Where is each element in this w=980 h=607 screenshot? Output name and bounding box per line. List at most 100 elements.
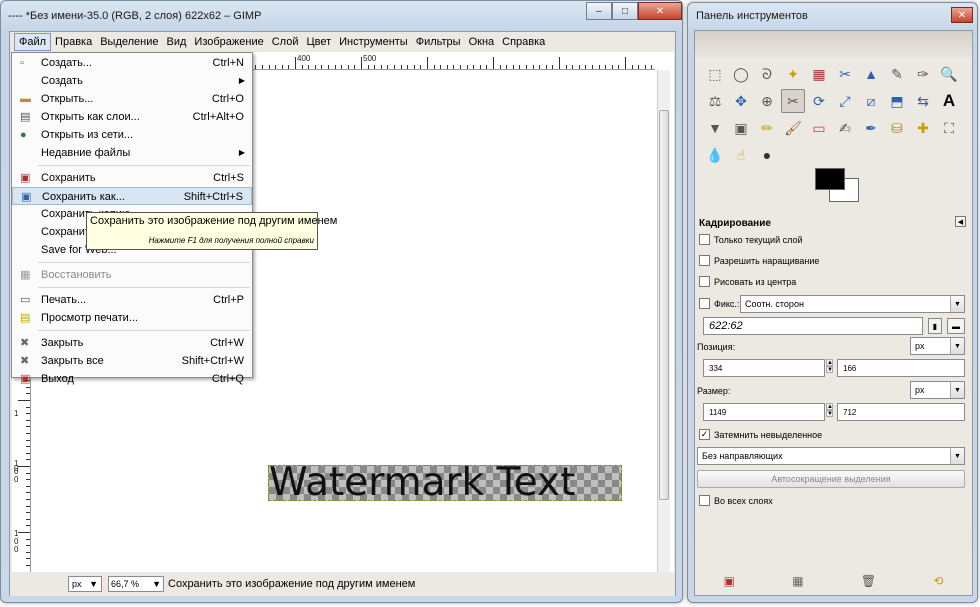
position-y-input[interactable]: 166	[837, 359, 965, 377]
color-picker-icon[interactable]: ✑	[911, 62, 935, 86]
fg-bg-colors[interactable]	[813, 168, 861, 204]
size-unit-select[interactable]: px ▼	[910, 381, 965, 399]
fixed-checkbox[interactable]: Фикс.:	[699, 298, 739, 309]
delete-options-icon[interactable]: 🗑	[861, 574, 876, 588]
toolbox-close-button[interactable]: ✕	[951, 7, 973, 23]
watermark-text-layer[interactable]: Watermark Text	[268, 465, 622, 501]
ratio-entry[interactable]: 622:62	[703, 317, 923, 335]
unit-select[interactable]: px ▼	[68, 576, 102, 592]
zoom-select[interactable]: 66,7 % ▼	[108, 576, 164, 592]
heal-icon[interactable]: ✚	[911, 116, 935, 140]
file-menu-item[interactable]: ▣ Сохранить Ctrl+S	[12, 169, 252, 187]
blend-icon[interactable]: ▣	[729, 116, 753, 140]
file-menu-item[interactable]: ▣ Сохранить как... Shift+Ctrl+S	[12, 187, 252, 205]
file-menu-item[interactable]: ▣ Выход Ctrl+Q	[12, 370, 252, 388]
airbrush-icon[interactable]: ✍	[833, 116, 857, 140]
restore-options-icon[interactable]: ▦	[792, 574, 803, 588]
menu-tools[interactable]: Инструменты	[335, 34, 412, 50]
scale-icon[interactable]: ⤢	[833, 89, 857, 113]
menu-windows[interactable]: Окна	[465, 34, 499, 50]
size-h-input[interactable]: 712	[837, 403, 965, 421]
bucket-fill-icon[interactable]: ▼	[703, 116, 727, 140]
position-x-spin[interactable]: ▲ ▼	[826, 359, 833, 373]
menu-edit[interactable]: Правка	[51, 34, 96, 50]
vertical-scrollbar[interactable]	[657, 70, 670, 584]
position-x-input[interactable]: 334	[703, 359, 825, 377]
shrink-merged-checkbox[interactable]: Во всех слоях	[699, 495, 773, 506]
allow-growing-checkbox[interactable]: Разрешить наращивание	[699, 255, 819, 266]
checkbox-box[interactable]	[699, 255, 710, 266]
menu-filters[interactable]: Фильтры	[412, 34, 465, 50]
lasso-icon[interactable]: ᘐ	[755, 62, 779, 86]
color-select-icon[interactable]: ▦	[807, 62, 831, 86]
rotate-icon[interactable]: ⟳	[807, 89, 831, 113]
scissors-icon[interactable]: ✂	[833, 62, 857, 86]
file-menu-item[interactable]: Недавние файлы ▶	[12, 144, 252, 162]
clone-icon[interactable]: ⛁	[885, 116, 909, 140]
perspective-icon[interactable]: ⬒	[885, 89, 909, 113]
perspective-clone-icon[interactable]: ⛶	[937, 116, 961, 140]
menu-file[interactable]: Файл	[14, 33, 52, 51]
menu-help[interactable]: Справка	[498, 34, 549, 50]
collapse-icon[interactable]: ◀	[955, 216, 966, 227]
eraser-icon[interactable]: ▭	[807, 116, 831, 140]
guides-select[interactable]: Без направляющих ▼	[697, 447, 965, 465]
file-menu-item[interactable]: ✖ Закрыть все Shift+Ctrl+W	[12, 352, 252, 370]
text-icon[interactable]: A	[937, 89, 961, 113]
zoom-icon[interactable]: 🔍	[937, 62, 961, 86]
auto-shrink-button[interactable]: Автосокращение выделения	[697, 470, 965, 488]
file-menu-item[interactable]: ▬ Открыть... Ctrl+O	[12, 90, 252, 108]
only-current-layer-checkbox[interactable]: Только текущий слой	[699, 234, 803, 245]
expand-center-checkbox[interactable]: Рисовать из центра	[699, 276, 796, 287]
menu-view[interactable]: Вид	[163, 34, 191, 50]
measure-icon[interactable]: ⚖	[703, 89, 727, 113]
file-menu-item[interactable]: ✖ Закрыть Ctrl+W	[12, 334, 252, 352]
blur-icon[interactable]: 💧	[703, 143, 727, 167]
move-icon[interactable]: ✥	[729, 89, 753, 113]
foreground-select-icon[interactable]: ▲	[859, 62, 883, 86]
close-button[interactable]: ✕	[638, 2, 682, 20]
file-menu-item[interactable]: ▭ Печать... Ctrl+P	[12, 291, 252, 309]
vertical-scroll-thumb[interactable]	[659, 110, 669, 500]
rect-select-icon[interactable]: ⬚	[703, 62, 727, 86]
save-options-icon[interactable]: ▣	[724, 574, 735, 588]
smudge-icon[interactable]: ☝	[729, 143, 753, 167]
ink-icon[interactable]: ✒	[859, 116, 883, 140]
checkbox-box[interactable]: ✓	[699, 429, 710, 440]
portrait-icon[interactable]: ▮	[928, 318, 942, 334]
paintbrush-icon[interactable]: 🖌	[781, 116, 805, 140]
menu-layer[interactable]: Слой	[268, 34, 303, 50]
maximize-button[interactable]: □	[612, 2, 638, 20]
checkbox-box[interactable]	[699, 234, 710, 245]
file-menu-item[interactable]: ▤ Открыть как слои... Ctrl+Alt+O	[12, 108, 252, 126]
file-menu-item[interactable]: ▤ Просмотр печати...	[12, 309, 252, 327]
position-unit-select[interactable]: px ▼	[910, 337, 965, 355]
ellipse-select-icon[interactable]: ◯	[729, 62, 753, 86]
file-menu-item[interactable]: ▫ Создать... Ctrl+N	[12, 54, 252, 72]
foreground-color-swatch[interactable]	[815, 168, 845, 190]
file-menu-item[interactable]: ● Открыть из сети...	[12, 126, 252, 144]
menu-color[interactable]: Цвет	[302, 34, 335, 50]
pencil-icon[interactable]: ✏	[755, 116, 779, 140]
shear-icon[interactable]: ⧄	[859, 89, 883, 113]
checkbox-box[interactable]	[699, 276, 710, 287]
size-w-spin[interactable]: ▲ ▼	[826, 403, 833, 417]
checkbox-box[interactable]	[699, 495, 710, 506]
align-icon[interactable]: ⊕	[755, 89, 779, 113]
file-menu-item[interactable]: ▦ Восстановить	[12, 266, 252, 284]
landscape-icon[interactable]: ▬	[947, 318, 965, 334]
fixed-mode-select[interactable]: Соотн. сторон ▼	[740, 295, 965, 313]
menu-select[interactable]: Выделение	[96, 34, 162, 50]
reset-options-icon[interactable]: ⟲	[933, 574, 943, 588]
menu-image[interactable]: Изображение	[190, 34, 267, 50]
checkbox-box[interactable]	[699, 298, 710, 309]
flip-icon[interactable]: ⇆	[911, 89, 935, 113]
file-menu-item[interactable]: Создать ▶	[12, 72, 252, 90]
crop-icon[interactable]: ✂	[781, 89, 805, 113]
paths-icon[interactable]: ✎	[885, 62, 909, 86]
minimize-button[interactable]: –	[586, 2, 612, 20]
fuzzy-select-icon[interactable]: ✦	[781, 62, 805, 86]
highlight-checkbox[interactable]: ✓ Затемнить невыделенное	[699, 429, 822, 440]
dodge-burn-icon[interactable]: ●	[755, 143, 779, 167]
size-w-input[interactable]: 1149	[703, 403, 825, 421]
